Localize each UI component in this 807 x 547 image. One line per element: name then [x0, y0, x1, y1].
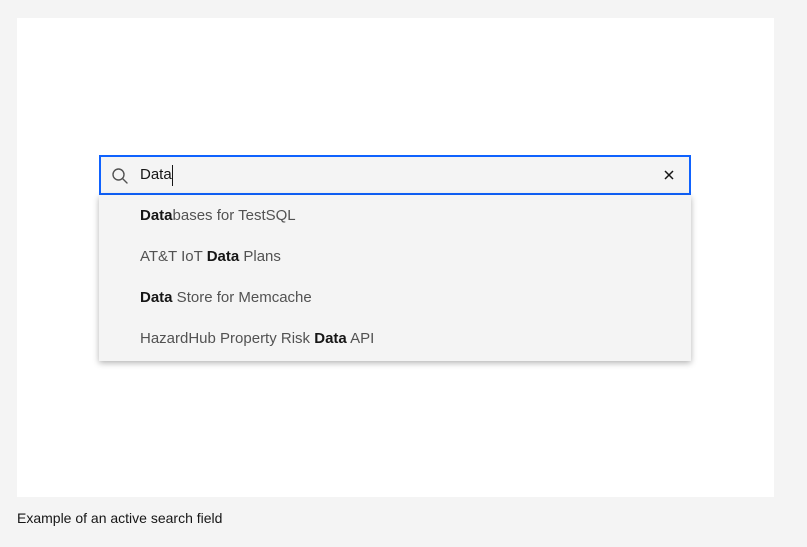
search-field[interactable]: Data: [99, 155, 691, 195]
suggestion-item[interactable]: HazardHub Property Risk Data API: [99, 318, 691, 359]
suggestion-suffix: Store for Memcache: [172, 289, 312, 306]
figure-caption: Example of an active search field: [17, 510, 223, 526]
suggestion-prefix: AT&T IoT: [140, 248, 207, 265]
suggestion-match: Data: [140, 207, 173, 224]
suggestion-item[interactable]: Data Store for Memcache: [99, 277, 691, 318]
suggestion-match: Data: [314, 330, 347, 347]
search-icon: [111, 167, 129, 185]
suggestion-suffix: bases for TestSQL: [172, 207, 296, 224]
suggestion-prefix: HazardHub Property Risk: [140, 330, 315, 347]
search-input[interactable]: Data: [140, 166, 172, 184]
suggestion-list: Data bases for TestSQL AT&T IoT Data Plan…: [99, 195, 691, 361]
text-cursor: [172, 165, 173, 186]
suggestion-suffix: Plans: [239, 248, 281, 265]
suggestion-match: Data: [206, 248, 240, 265]
example-canvas: Data Data bases for TestSQL AT&T IoT Data…: [17, 18, 774, 497]
suggestion-item[interactable]: AT&T IoT Data Plans: [99, 236, 691, 277]
suggestion-suffix: API: [346, 330, 375, 347]
suggestion-item[interactable]: Data bases for TestSQL: [99, 195, 691, 236]
suggestion-match: Data: [140, 289, 173, 306]
close-icon: [664, 167, 674, 185]
clear-search-button[interactable]: [659, 166, 679, 186]
